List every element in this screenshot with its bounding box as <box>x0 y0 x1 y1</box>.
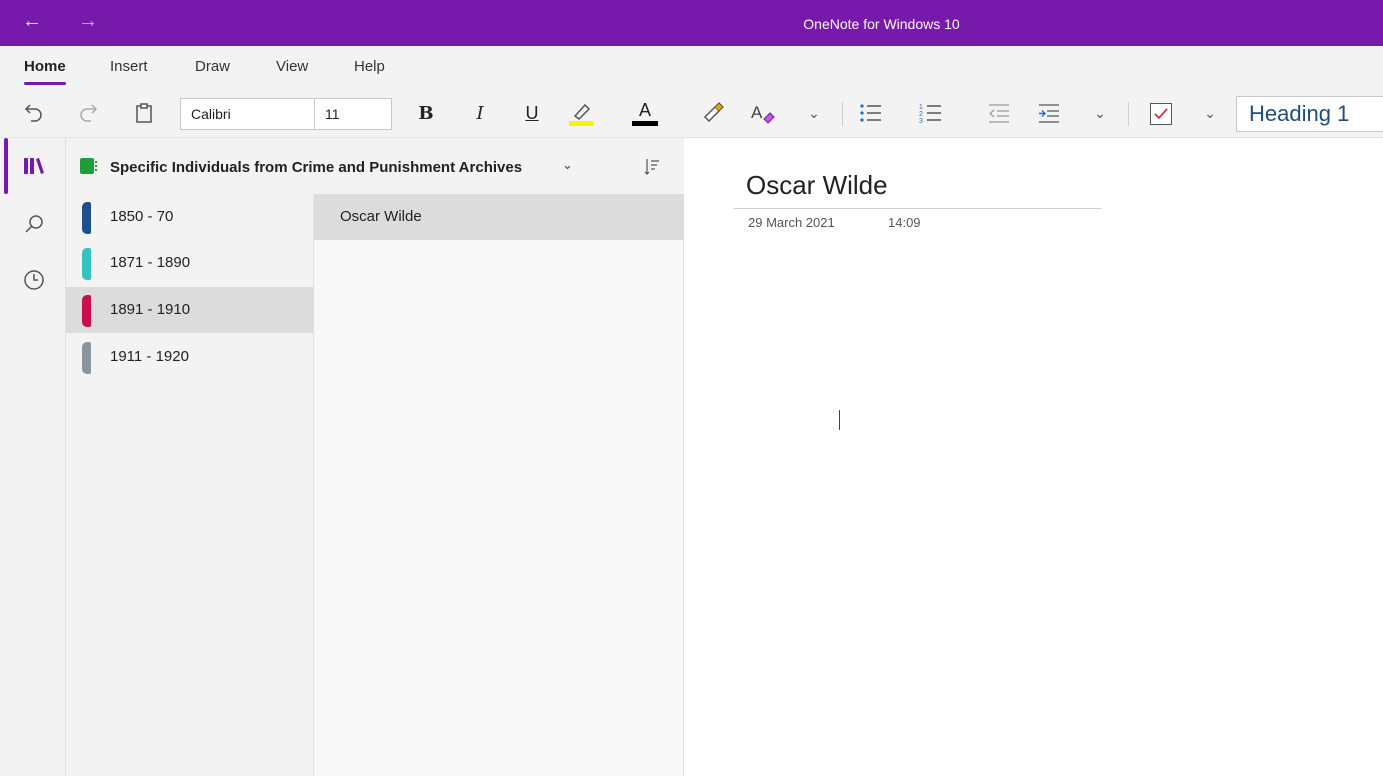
underline-button[interactable]: U <box>520 100 544 126</box>
italic-button[interactable]: I <box>468 100 492 126</box>
notebooks-icon[interactable] <box>22 154 46 178</box>
section-item[interactable]: 1911 - 1920 <box>66 334 314 380</box>
app-title: OneNote for Windows 10 <box>803 16 960 32</box>
ribbon-tabs: Home Insert Draw View Help <box>0 46 1383 90</box>
svg-text:3: 3 <box>919 118 923 124</box>
clear-formatting-icon[interactable]: A <box>750 100 776 126</box>
font-color-swatch <box>632 120 658 126</box>
ribbon-toolbar: Calibri 11 B I U A A ⌄ 123 ⌄ ⌄ Heading 1 <box>0 90 1383 138</box>
recent-clock-icon[interactable] <box>22 268 46 292</box>
section-item[interactable]: 1871 - 1890 <box>66 240 314 286</box>
svg-text:1: 1 <box>919 104 923 111</box>
tab-help[interactable]: Help <box>354 58 385 75</box>
toolbar-divider <box>1128 102 1129 126</box>
bullet-list-icon[interactable] <box>858 100 884 126</box>
chevron-down-icon[interactable]: ⌄ <box>1200 100 1220 126</box>
title-bar: ← → OneNote for Windows 10 <box>0 0 1383 46</box>
sort-icon[interactable] <box>644 158 660 181</box>
tab-draw[interactable]: Draw <box>195 58 230 75</box>
page-item[interactable]: Oscar Wilde <box>314 194 684 240</box>
font-color-glyph: A <box>638 99 651 120</box>
font-color-button[interactable]: A <box>630 100 660 126</box>
notebook-title[interactable]: Specific Individuals from Crime and Puni… <box>110 159 522 176</box>
page-time: 14:09 <box>888 215 921 230</box>
svg-text:2: 2 <box>919 111 923 118</box>
section-label: 1911 - 1920 <box>110 348 189 365</box>
tab-view[interactable]: View <box>276 58 308 75</box>
highlighter-icon[interactable] <box>566 100 596 126</box>
section-label: 1850 - 70 <box>110 208 174 225</box>
notebook-icon <box>80 158 97 174</box>
page-canvas[interactable]: Oscar Wilde 29 March 2021 14:09 <box>684 138 1383 776</box>
decrease-indent-icon[interactable] <box>986 100 1012 126</box>
section-list: 1850 - 70 1871 - 1890 1891 - 1910 1911 -… <box>66 194 314 776</box>
font-name-field[interactable]: Calibri <box>180 98 315 130</box>
svg-text:A: A <box>751 103 763 122</box>
search-icon[interactable] <box>22 212 46 236</box>
page-label: Oscar Wilde <box>340 208 422 225</box>
style-picker[interactable]: Heading 1 <box>1236 96 1383 132</box>
clipboard-icon[interactable] <box>132 100 156 126</box>
toolbar-divider <box>842 102 843 126</box>
redo-icon[interactable] <box>76 100 100 126</box>
todo-tag-checkbox[interactable] <box>1150 103 1172 125</box>
page-title[interactable]: Oscar Wilde <box>746 170 888 201</box>
chevron-down-icon[interactable]: ⌄ <box>804 100 824 126</box>
tab-home[interactable]: Home <box>24 58 66 85</box>
section-color-tab <box>82 202 91 234</box>
title-divider <box>734 208 1101 209</box>
text-cursor <box>839 410 840 430</box>
tab-insert[interactable]: Insert <box>110 58 148 75</box>
chevron-down-icon[interactable]: ⌄ <box>1090 100 1110 126</box>
format-painter-icon[interactable] <box>700 100 726 126</box>
section-label: 1891 - 1910 <box>110 301 191 318</box>
section-color-tab <box>82 342 91 374</box>
section-item[interactable]: 1850 - 70 <box>66 194 314 240</box>
section-color-tab <box>82 295 91 327</box>
undo-icon[interactable] <box>22 100 46 126</box>
font-size-field[interactable]: 11 <box>314 98 392 130</box>
section-color-tab <box>82 248 91 280</box>
notebook-header[interactable]: Specific Individuals from Crime and Puni… <box>66 138 684 194</box>
selection-indicator <box>4 138 8 194</box>
chevron-down-icon[interactable]: ⌄ <box>562 157 573 173</box>
page-list: Oscar Wilde <box>314 194 684 776</box>
bold-button[interactable]: B <box>414 100 438 126</box>
page-date: 29 March 2021 <box>748 215 835 230</box>
increase-indent-icon[interactable] <box>1036 100 1062 126</box>
section-item[interactable]: 1891 - 1910 <box>66 287 314 333</box>
navigation-rail <box>0 138 66 776</box>
section-label: 1871 - 1890 <box>110 254 191 271</box>
numbered-list-icon[interactable]: 123 <box>918 100 944 126</box>
